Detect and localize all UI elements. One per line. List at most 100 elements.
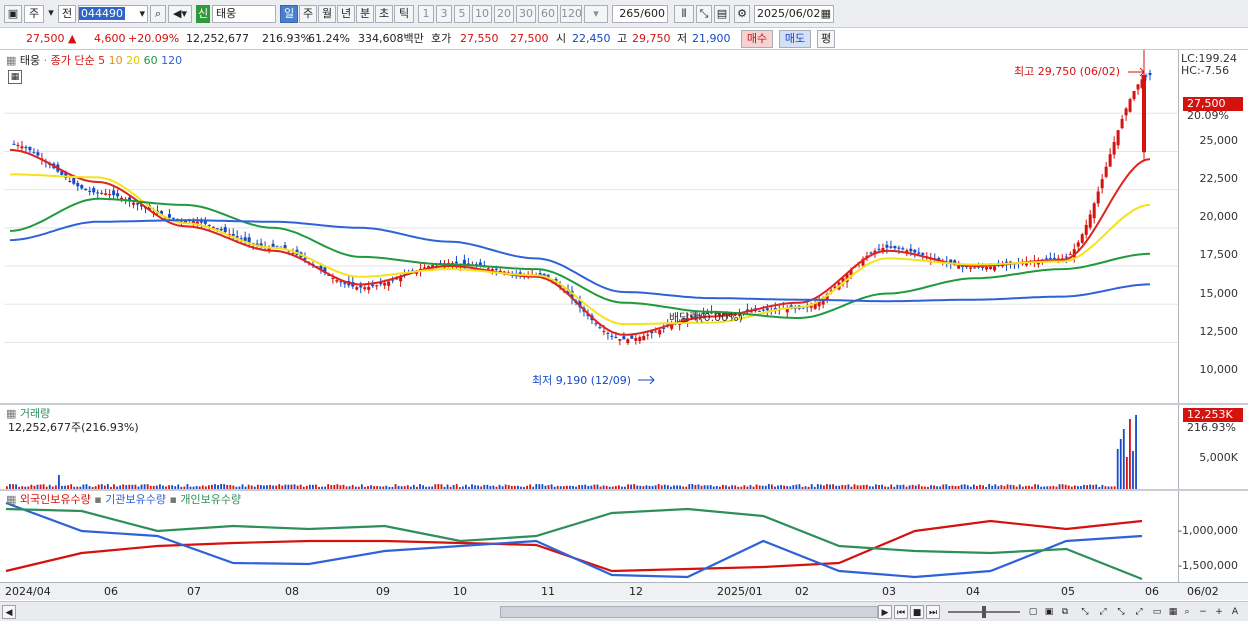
minus-icon[interactable]: − — [1196, 605, 1210, 619]
candle-body — [112, 190, 116, 196]
stock-code-input[interactable]: 044490 ▾ — [78, 5, 148, 23]
last-icon[interactable]: ⏭ — [926, 605, 940, 619]
price-chart-canvas[interactable]: 최고 29,750 (06/02) 최저 9,190 (12/09) 배당락(0… — [4, 40, 1178, 403]
scroll-thumb[interactable] — [500, 606, 878, 618]
volume-rate: 216.93% — [262, 32, 311, 45]
candle-icon[interactable]: ⫴ — [674, 5, 694, 23]
candle-body — [20, 146, 24, 149]
candle-body — [877, 248, 881, 250]
zoom-slider-handle[interactable] — [982, 606, 986, 618]
interval-1-button[interactable]: 1 — [418, 5, 434, 23]
candle-body — [84, 188, 88, 191]
zoom-icon[interactable]: ⌕ — [1180, 605, 1194, 619]
x-tick: 06 — [104, 585, 118, 598]
candle-body — [24, 146, 28, 149]
data-count: 265 — [619, 7, 641, 20]
candle-body — [1124, 108, 1128, 116]
candle-body — [171, 217, 175, 219]
interval-5-button[interactable]: 5 — [454, 5, 470, 23]
tile-icon[interactable]: ▣ — [1042, 605, 1056, 619]
volume-bar — [1129, 419, 1131, 489]
menu-icon[interactable]: ▦ — [6, 54, 16, 67]
indicator-icon[interactable]: ▦ — [8, 70, 22, 84]
candle-body — [223, 227, 227, 233]
x-tick: 02 — [795, 585, 809, 598]
buy-button[interactable]: 매수 — [741, 30, 773, 48]
ruler-icon[interactable]: ⤢ — [1132, 605, 1146, 619]
draw-line-icon[interactable]: ⤡ — [1078, 605, 1092, 619]
interval-120-button[interactable]: 120 — [560, 5, 582, 23]
last-candle-body — [1142, 75, 1146, 153]
mode-all-toggle[interactable]: 전 — [58, 5, 76, 23]
caret-icon[interactable]: ▾ — [46, 5, 56, 23]
layout-icon[interactable]: ▣ — [4, 5, 22, 23]
window-icon[interactable]: ▢ — [1026, 605, 1040, 619]
candle-body — [132, 202, 136, 205]
plus-icon[interactable]: + — [1212, 605, 1226, 619]
font-icon[interactable]: A — [1228, 605, 1242, 619]
dropdown-icon[interactable]: ▾ — [139, 6, 145, 22]
candle-body — [921, 253, 925, 255]
period-week-tab[interactable]: 주 — [299, 5, 317, 23]
candle-body — [1064, 256, 1068, 258]
interval-3-button[interactable]: 3 — [436, 5, 452, 23]
open-label: 시 — [556, 32, 567, 45]
interval-30-button[interactable]: 30 — [516, 5, 536, 23]
search-icon[interactable]: ⌕ — [150, 5, 166, 23]
grid-icon[interactable]: ▦ — [1166, 605, 1180, 619]
y-tick-10000: 10,000 — [1199, 363, 1239, 376]
candle-body — [614, 336, 618, 338]
candle-body — [610, 335, 614, 337]
calendar-icon[interactable]: ▦ — [821, 6, 831, 22]
price-chart-pane[interactable]: 최고 29,750 (06/02) 최저 9,190 (12/09) 배당락(0… — [4, 40, 1178, 403]
holdings-pane[interactable]: ▦ 외국인보유수량 ▪ 기관보유수량 ▪ 개인보유수량 — [4, 491, 1178, 582]
period-minute-tab[interactable]: 분 — [356, 5, 374, 23]
stop-icon[interactable]: ■ — [910, 605, 924, 619]
save-icon[interactable]: ▤ — [714, 5, 730, 23]
data-count-field[interactable]: 265/600 — [612, 5, 668, 23]
period-year-tab[interactable]: 년 — [337, 5, 355, 23]
high-label: 고 — [617, 32, 628, 45]
scroll-right-icon[interactable]: ▶ — [878, 605, 892, 619]
candle-body — [387, 281, 391, 286]
volume-tag: 12,253K — [1183, 408, 1243, 422]
period-second-tab[interactable]: 초 — [375, 5, 393, 23]
first-icon[interactable]: ⏮ — [894, 605, 908, 619]
period-tick-tab[interactable]: 틱 — [394, 5, 414, 23]
copy-icon[interactable]: ⧉ — [1058, 605, 1072, 619]
candle-body — [913, 249, 917, 253]
period-day-tab[interactable]: 일 — [280, 5, 298, 23]
draw-icon[interactable]: ⤡ — [696, 5, 712, 23]
volume-canvas[interactable] — [4, 405, 1178, 489]
speaker-icon[interactable]: ◀▾ — [168, 5, 192, 23]
interval-10-button[interactable]: 10 — [472, 5, 492, 23]
candle-body — [32, 152, 36, 154]
candle-body — [367, 286, 371, 290]
scroll-left-icon[interactable]: ◀ — [2, 605, 16, 619]
screen-icon[interactable]: ▭ — [1150, 605, 1164, 619]
volume-bar — [58, 475, 60, 489]
up-arrow-icon: ▲ — [68, 32, 77, 45]
chart-scrollbar[interactable]: ◀ ▶ ⏮ ■ ⏭ ▢ ▣ ⧉ ⤡ ⤢ ⤡ ⤢ ▭ ▦ ⌕ − + A — [0, 601, 1248, 621]
period-month-tab[interactable]: 월 — [318, 5, 336, 23]
gear-icon[interactable]: ⚙ — [734, 5, 750, 23]
mode-week-toggle[interactable]: 주 — [24, 5, 44, 23]
fib-icon[interactable]: ⤡ — [1114, 605, 1128, 619]
sell-button[interactable]: 매도 — [779, 30, 811, 48]
candle-body — [1128, 99, 1132, 112]
x-tick: 09 — [376, 585, 390, 598]
trade-amount: 334,608백만 — [358, 32, 424, 45]
date-axis: 2024/04 06 07 08 09 10 11 12 2025/01 02 … — [0, 582, 1248, 600]
trend-icon[interactable]: ⤢ — [1096, 605, 1110, 619]
candle-body — [658, 329, 662, 335]
eval-button[interactable]: 평 — [817, 30, 835, 48]
menu-icon[interactable]: ▦ — [6, 493, 16, 506]
date-picker[interactable]: 2025/06/02 ▦ — [754, 5, 834, 23]
interval-60-button[interactable]: 60 — [538, 5, 558, 23]
candle-body — [606, 332, 610, 334]
stock-name-field[interactable]: 태웅 — [212, 5, 276, 23]
candle-body — [72, 178, 76, 184]
interval-20-button[interactable]: 20 — [494, 5, 514, 23]
volume-pane[interactable]: ▦ 거래량 12,252,677주(216.93%) — [4, 405, 1178, 489]
interval-dropdown[interactable]: ▾ — [584, 5, 608, 23]
